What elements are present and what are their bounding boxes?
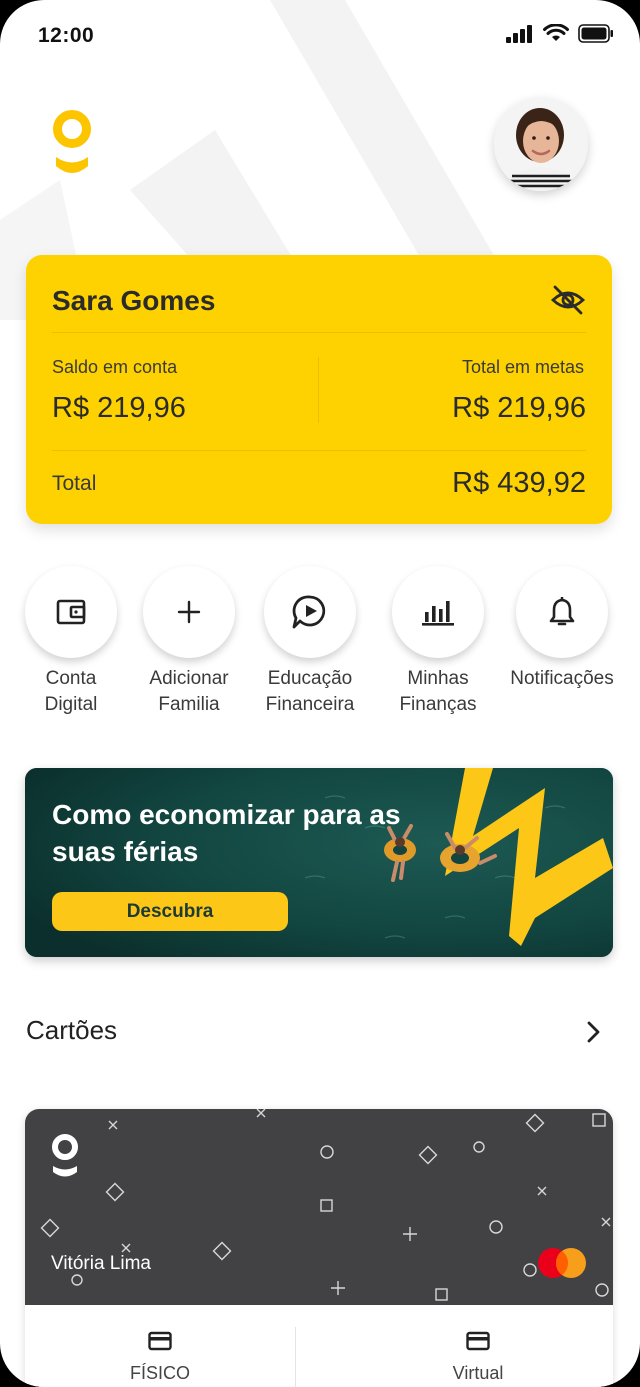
cards-section-title: Cartões [26,1015,118,1045]
tab-virtual[interactable]: Virtual [343,1305,613,1387]
action-label: Adicionar Familia [149,668,229,715]
goals-total-value: R$ 219,96 [452,392,586,424]
tab-divider [295,1327,296,1387]
plus-icon [177,600,201,624]
account-balance-value: R$ 219,96 [52,392,186,424]
balance-divider [52,450,586,451]
tab-label: FÍSICO [129,1363,190,1383]
action-button[interactable] [392,566,484,658]
quick-actions: Conta Digital Adicionar Familia Educação… [0,566,640,726]
status-bar: 12:00 [0,0,640,70]
balance-divider [52,332,586,333]
promo-banner[interactable]: Como economizar para as suas férias Desc… [25,768,613,957]
action-minhas-financas[interactable]: Minhas Finanças [373,566,503,718]
chevron-right-icon[interactable] [580,1019,606,1045]
chat-play-icon [292,595,326,629]
action-label: Conta Digital [44,668,98,715]
bell-icon [549,597,575,626]
account-balance-label: Saldo em conta [52,357,178,377]
balance-vertical-divider [318,357,319,423]
card-pattern [40,1109,611,1301]
card-panel: Vitória Lima FÍSICO Virtual [25,1109,613,1387]
action-adicionar-familia[interactable]: Adicionar Familia [124,566,254,718]
balance-card: Sara Gomes Saldo em conta R$ 219,96 Tota… [26,255,612,524]
action-educacao-financeira[interactable]: Educação Financeira [245,566,375,718]
wallet-icon [56,599,86,625]
action-button[interactable] [25,566,117,658]
signal-icon [506,24,532,43]
bar-chart-icon [422,601,454,626]
hide-balance-icon[interactable] [550,282,586,318]
card-holder-name: Vitória Lima [51,1253,151,1274]
action-notificacoes[interactable]: Notificações [497,566,627,692]
app-screen: 12:00 Sara Gomes Saldo em conta R$ 219,9… [0,0,640,1387]
account-holder-name: Sara Gomes [52,285,216,316]
action-label: Notificações [510,668,614,689]
profile-avatar[interactable] [494,97,588,191]
action-button[interactable] [516,566,608,658]
action-label: Minhas Finanças [399,668,477,715]
card-icon [466,1331,490,1351]
status-icons [506,24,614,43]
battery-icon [578,24,613,43]
action-button[interactable] [143,566,235,658]
total-label: Total [52,472,97,495]
tab-fisico[interactable]: FÍSICO [25,1305,295,1387]
discover-button[interactable]: Descubra [52,892,288,931]
wifi-icon [543,24,569,41]
mastercard-icon [538,1248,586,1278]
card-icon [148,1331,172,1351]
brand-logo [53,110,91,173]
card-logo [52,1134,78,1177]
action-label: Educação Financeira [265,668,355,715]
goals-total-label: Total em metas [461,357,584,377]
action-button[interactable] [264,566,356,658]
tab-label: Virtual [452,1363,504,1383]
action-conta-digital[interactable]: Conta Digital [6,566,136,718]
credit-card[interactable]: Vitória Lima [25,1109,613,1305]
total-value: R$ 439,92 [452,467,586,499]
card-type-tabs: FÍSICO Virtual [25,1305,613,1387]
status-time: 12:00 [38,24,95,47]
avatar-photo [494,97,588,191]
banner-title: Como economizar para as suas férias [52,799,401,867]
